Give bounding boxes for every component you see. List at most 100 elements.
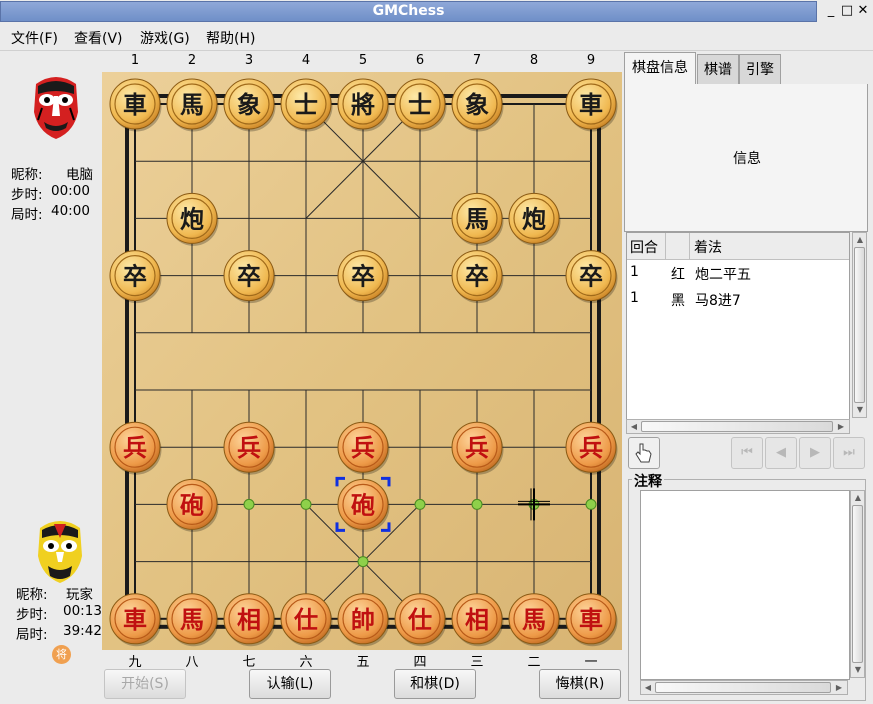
piece-label: 車 bbox=[579, 606, 603, 634]
title-bar: GMChess _ □ ✕ bbox=[0, 0, 873, 24]
first-move-icon: ⏮ bbox=[741, 445, 753, 460]
top-nick-label: 昵称: bbox=[11, 167, 43, 183]
piece-label: 車 bbox=[123, 606, 147, 634]
tab-board-info[interactable]: 棋盘信息 bbox=[624, 52, 696, 85]
previous-move-icon: ◀ bbox=[776, 445, 786, 460]
scroll-thumb[interactable] bbox=[655, 682, 831, 693]
row-side: 黑 bbox=[671, 293, 685, 309]
menu-help[interactable]: 帮助(H) bbox=[206, 28, 255, 48]
scroll-thumb[interactable] bbox=[854, 247, 865, 403]
scroll-left-icon[interactable]: ◀ bbox=[628, 421, 640, 433]
last-move-button[interactable]: ⏭ bbox=[833, 437, 865, 469]
next-move-icon: ▶ bbox=[810, 445, 820, 460]
piece-label: 卒 bbox=[465, 263, 489, 291]
piece-label: 相 bbox=[237, 606, 261, 634]
menu-game[interactable]: 游戏(G) bbox=[140, 28, 190, 48]
scroll-left-icon[interactable]: ◀ bbox=[642, 682, 654, 694]
player-mask-avatar bbox=[38, 521, 82, 583]
side-badge: 将 bbox=[52, 645, 71, 664]
piece-label: 仕 bbox=[407, 606, 432, 634]
piece-label: 兵 bbox=[465, 434, 489, 462]
piece-label: 車 bbox=[579, 91, 603, 119]
piece-label: 砲 bbox=[351, 491, 375, 519]
file-chinese-label: 七 bbox=[242, 655, 256, 670]
maximize-button[interactable]: □ bbox=[839, 3, 855, 19]
next-move-button[interactable]: ▶ bbox=[799, 437, 831, 469]
piece-label: 卒 bbox=[579, 263, 603, 291]
previous-move-button[interactable]: ◀ bbox=[765, 437, 797, 469]
menu-view[interactable]: 查看(V) bbox=[74, 28, 123, 48]
menu-file[interactable]: 文件(F) bbox=[11, 28, 58, 48]
move-list-hscrollbar[interactable]: ◀ ▶ bbox=[626, 419, 850, 434]
piece-label: 馬 bbox=[465, 205, 489, 233]
piece-label: 仕 bbox=[293, 606, 318, 634]
piece-label: 炮 bbox=[522, 205, 546, 233]
bottom-nick: 玩家 bbox=[66, 587, 93, 603]
scroll-right-icon[interactable]: ▶ bbox=[833, 682, 845, 694]
move-hint-dot[interactable] bbox=[585, 498, 597, 510]
piece-label: 兵 bbox=[351, 434, 375, 462]
start-button[interactable]: 开始(S) bbox=[104, 669, 186, 699]
piece-label: 炮 bbox=[180, 205, 204, 233]
close-button[interactable]: ✕ bbox=[855, 3, 871, 19]
piece-label: 相 bbox=[465, 606, 489, 634]
move-list-header: 回合 着法 bbox=[627, 233, 849, 260]
comment-textarea[interactable] bbox=[640, 490, 850, 680]
file-chinese-label: 一 bbox=[584, 655, 598, 670]
scroll-thumb[interactable] bbox=[852, 505, 863, 663]
window-title: GMChess bbox=[372, 3, 445, 19]
move-list-vscrollbar[interactable]: ▲ ▼ bbox=[852, 232, 867, 418]
piece-label: 砲 bbox=[180, 491, 204, 519]
scroll-up-icon[interactable]: ▲ bbox=[852, 492, 864, 504]
hand-pointer-button[interactable] bbox=[628, 437, 660, 469]
last-move-icon: ⏭ bbox=[843, 445, 855, 460]
tab-engine[interactable]: 引擎 bbox=[739, 54, 781, 84]
piece-label: 馬 bbox=[522, 606, 546, 634]
piece-label: 象 bbox=[465, 91, 489, 119]
draw-button[interactable]: 和棋(D) bbox=[394, 669, 476, 699]
scroll-down-icon[interactable]: ▼ bbox=[854, 404, 866, 416]
undo-button[interactable]: 悔棋(R) bbox=[539, 669, 621, 699]
top-step-label: 步时: bbox=[11, 187, 43, 203]
scroll-up-icon[interactable]: ▲ bbox=[854, 234, 866, 246]
tab-record[interactable]: 棋谱 bbox=[697, 54, 739, 84]
top-nick: 电脑 bbox=[66, 167, 93, 183]
move-hint-dot[interactable] bbox=[471, 498, 483, 510]
move-hint-dot[interactable] bbox=[414, 498, 426, 510]
top-game-time: 40:00 bbox=[51, 203, 90, 219]
move-hint-dot[interactable] bbox=[243, 498, 255, 510]
comment-vscrollbar[interactable]: ▲ ▼ bbox=[850, 490, 865, 678]
header-round[interactable]: 回合 bbox=[630, 237, 658, 257]
move-hint-dot[interactable] bbox=[357, 556, 369, 568]
scroll-down-icon[interactable]: ▼ bbox=[852, 664, 864, 676]
menu-bar: 文件(F) 查看(V) 游戏(G) 帮助(H) bbox=[0, 24, 873, 51]
move-hint-dot[interactable] bbox=[300, 498, 312, 510]
minimize-button[interactable]: _ bbox=[823, 3, 839, 19]
piece-label: 馬 bbox=[180, 606, 204, 634]
bottom-nick-label: 昵称: bbox=[16, 587, 48, 603]
bottom-step-label: 步时: bbox=[16, 607, 48, 623]
chess-board[interactable]: 車馬象士將士象車炮馬炮卒卒卒卒卒兵兵兵兵兵砲 砲車馬相仕帥仕相馬車 bbox=[102, 48, 622, 650]
comment-title: 注释 bbox=[632, 471, 664, 491]
piece-label: 馬 bbox=[180, 91, 204, 119]
comment-hscrollbar[interactable]: ◀ ▶ bbox=[640, 680, 848, 695]
move-list[interactable]: 回合 着法 1 红 炮二平五 1 黑 马8进7 bbox=[626, 232, 850, 420]
first-move-button[interactable]: ⏮ bbox=[731, 437, 763, 469]
scroll-thumb[interactable] bbox=[641, 421, 833, 432]
piece-label: 兵 bbox=[579, 434, 603, 462]
row-round: 1 bbox=[630, 290, 639, 306]
resign-button[interactable]: 认输(L) bbox=[249, 669, 331, 699]
bottom-game-time: 39:42 bbox=[63, 623, 102, 639]
file-chinese-label: 四 bbox=[413, 655, 427, 670]
piece-label: 車 bbox=[123, 91, 147, 119]
piece-label: 將 bbox=[351, 91, 375, 119]
scroll-right-icon[interactable]: ▶ bbox=[835, 421, 847, 433]
file-chinese-label: 九 bbox=[128, 655, 142, 670]
bottom-game-label: 局时: bbox=[16, 627, 48, 643]
row-round: 1 bbox=[630, 264, 639, 280]
info-label: 信息 bbox=[733, 151, 761, 167]
header-move[interactable]: 着法 bbox=[694, 237, 722, 257]
hand-pointer-icon bbox=[635, 443, 652, 463]
file-chinese-label: 六 bbox=[299, 655, 313, 670]
row-move: 马8进7 bbox=[695, 293, 741, 309]
